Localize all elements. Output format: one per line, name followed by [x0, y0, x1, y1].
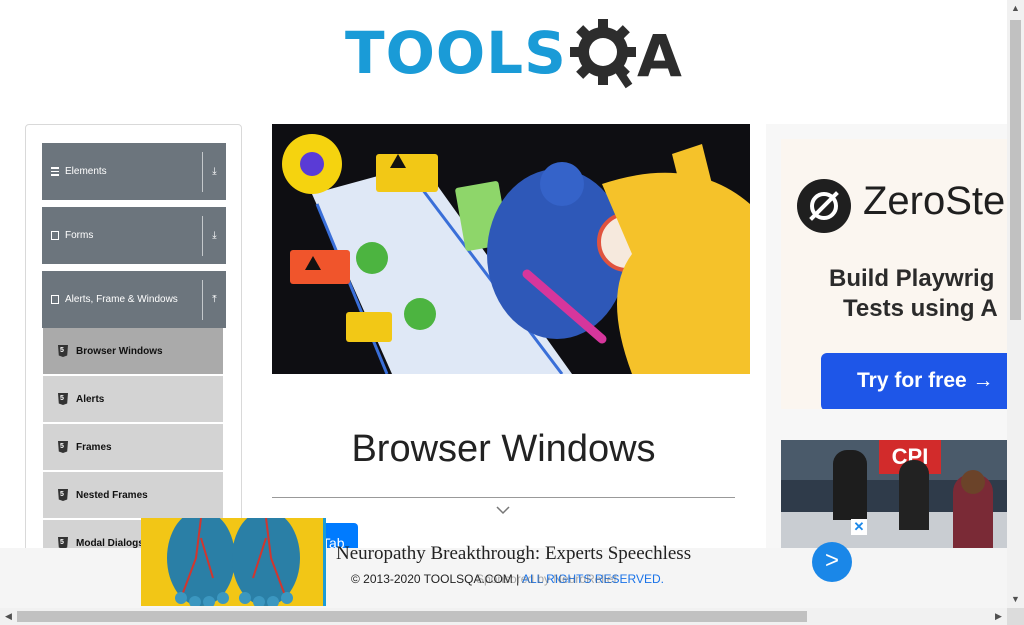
ad-line-1: Build Playwrig [829, 265, 995, 292]
logo-text-qa: A [637, 22, 682, 90]
scrollbar-corner [1007, 608, 1024, 625]
page: TOOLS A Elements ⤓ Forms ⤓ Alerts, Frame… [0, 0, 1024, 625]
html5-icon: 5 [58, 345, 68, 357]
group-elements[interactable]: Elements ⤓ [42, 143, 226, 200]
ad-headline[interactable]: Neuropathy Breakthrough: Experts Speechl… [336, 543, 691, 565]
menu-icon [51, 167, 59, 176]
close-icon[interactable]: ✕ [851, 519, 867, 535]
ad-brand: ZeroSte [863, 179, 1006, 223]
sidebar-item-label: Modal Dialogs [76, 537, 144, 549]
scroll-right-icon[interactable]: ▶ [990, 608, 1007, 625]
scroll-up-icon[interactable]: ▲ [1007, 0, 1024, 17]
document-icon [51, 231, 59, 240]
upload-arrow-icon: ⤒ [212, 294, 217, 305]
sidebar-item-frames[interactable]: 5 Frames [43, 424, 223, 470]
sidebar-item-label: Nested Frames [76, 489, 148, 501]
group-label: Alerts, Frame & Windows [65, 294, 178, 305]
page-title: Browser Windows [351, 428, 656, 470]
sidebar-item-label: Frames [76, 441, 112, 453]
feet-illustration [141, 518, 323, 606]
chevron-down-icon [496, 506, 510, 515]
group-label: Elements [65, 166, 107, 177]
horizontal-scrollbar-thumb[interactable] [17, 611, 807, 622]
ad-line-2: Tests using A [843, 295, 998, 322]
vertical-scrollbar-thumb[interactable] [1010, 20, 1021, 320]
window-icon [51, 295, 59, 304]
ad-go-button[interactable]: > [812, 542, 852, 582]
promo-banner[interactable] [272, 124, 750, 374]
sidebar-item-alerts[interactable]: 5 Alerts [43, 376, 223, 422]
download-arrow-icon: ⤓ [212, 166, 217, 177]
html5-icon: 5 [58, 489, 68, 501]
group-alerts-frame-windows[interactable]: Alerts, Frame & Windows ⤒ [42, 271, 226, 328]
ad-thumbnail[interactable] [141, 518, 326, 606]
scroll-left-icon[interactable]: ◀ [0, 608, 17, 625]
zerostep-logo-icon [797, 179, 851, 233]
group-forms[interactable]: Forms ⤓ [42, 207, 226, 264]
automation-illustration [272, 124, 750, 374]
html5-icon: 5 [58, 393, 68, 405]
ad-zerostep[interactable]: ZeroSte Build Playwrig Tests using A Try… [781, 139, 1007, 409]
sidebar: Elements ⤓ Forms ⤓ Alerts, Frame & Windo… [25, 124, 242, 554]
scroll-down-icon[interactable]: ▼ [1007, 591, 1024, 608]
sidebar-item-label: Alerts [76, 393, 105, 405]
sidebar-item-nested-frames[interactable]: 5 Nested Frames [43, 472, 223, 518]
sidebar-item-label: Browser Windows [76, 345, 163, 357]
gear-magnifier-icon: A [569, 19, 682, 90]
download-arrow-icon: ⤓ [212, 230, 217, 241]
ad-source: Sponsored by NeuroRelief [476, 572, 617, 586]
divider [272, 497, 735, 498]
sidebar-item-browser-windows[interactable]: 5 Browser Windows [43, 328, 223, 374]
logo-text-tools: TOOLS [345, 19, 567, 87]
toolsqa-logo[interactable]: TOOLS A [345, 14, 685, 92]
try-for-free-button[interactable]: Try for free → [821, 353, 1007, 409]
html5-icon: 5 [58, 441, 68, 453]
ad-photo[interactable]: CPI [781, 440, 1007, 548]
group-label: Forms [65, 230, 94, 241]
